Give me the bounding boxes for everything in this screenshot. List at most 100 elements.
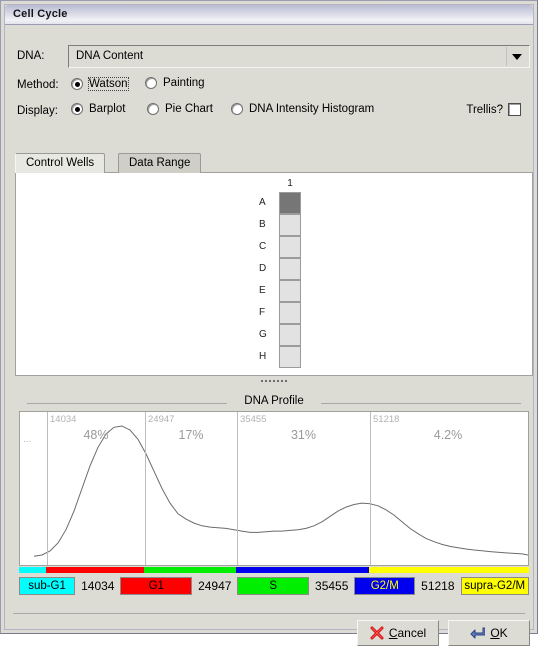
plate-row-header-d: D [259,263,267,274]
tab-data-range[interactable]: Data Range [118,153,202,173]
dna-select-value: DNA Content [76,50,144,62]
plate-row-f: F [249,302,301,324]
well-f1[interactable] [279,302,301,324]
gate-percent-label-0: 48% [83,428,109,442]
gate-legend: sub-G1 14034 G1 24947 S 35455 G2/M 51218 supra-G… [19,575,529,597]
blue-enter-arrow-icon [470,627,486,639]
dna-select-button[interactable] [506,47,528,66]
plate-row-header-f: F [259,307,266,318]
plate-row-header-g: G [259,329,267,340]
cancel-button-text: ancel [397,626,427,640]
gate-boundary-label-24947: 24947 [148,414,175,425]
gate-boundary-label-51218: 51218 [373,414,400,425]
radio-display-pie-chart[interactable]: Pie Chart [147,103,214,115]
trellis-checkbox[interactable] [508,103,521,116]
radio-unselected-icon [145,77,157,89]
radio-display-pie-chart-label: Pie Chart [165,103,213,115]
split-pane-divider[interactable] [15,378,533,386]
radio-display-barplot-label: Barplot [89,103,126,115]
button-bar-separator [13,613,525,614]
dialog-client-area: DNA: DNA Content Method: Watson Painting… [5,25,535,646]
legend-chip-s[interactable]: S [237,577,310,595]
gate-color-strip [19,567,529,573]
radio-selected-icon [71,78,83,90]
plate-row-b: B [249,214,301,236]
legend-boundary-24947[interactable]: 24947 [192,579,237,593]
plate-row-g: G [249,324,301,346]
legend-boundary-51218[interactable]: 51218 [415,579,460,593]
plate-row-header-c: C [259,241,267,252]
plate-row-header-h: H [259,351,267,362]
radio-method-painting-label: Painting [163,77,205,89]
dna-label: DNA: [17,50,45,62]
trellis-label: Trellis? [466,103,503,116]
dna-profile-title: DNA Profile [238,395,310,407]
radio-display-dna-intensity-histogram[interactable]: DNA Intensity Histogram [231,103,375,115]
window-title: Cell Cycle [13,8,68,20]
control-wells-panel: 1 A B C D E F G H [15,172,533,376]
tab-control-wells[interactable]: Control Wells [15,153,106,173]
plate-row-header-a: A [259,197,266,208]
cell-cycle-dialog: Cell Cycle DNA: DNA Content Method: Wats… [0,0,538,646]
radio-method-watson-label: Watson [88,77,129,91]
trellis-checkbox-group[interactable]: Trellis? [466,103,521,116]
title-bar[interactable]: Cell Cycle [5,5,533,25]
red-x-icon [370,626,384,640]
dna-profile-group: DNA Profile ... 14034 24947 35455 51218 48% 1… [13,395,535,607]
cancel-button-label: Cancel [388,626,427,640]
gate-boundary-label-14034: 14034 [50,414,77,425]
color-strip-segment-g2-m [236,567,369,573]
tab-data-range-label: Data Range [129,157,191,169]
well-b1[interactable] [279,214,301,236]
plate-row-c: C [249,236,301,258]
cancel-button[interactable]: Cancel [357,620,439,646]
plate-row-h: H [249,346,301,368]
radio-unselected-icon [147,103,159,115]
plate-row-header-e: E [259,285,266,296]
well-g1[interactable] [279,324,301,346]
ok-button-label: OK [490,626,508,640]
radio-method-painting[interactable]: Painting [145,77,206,89]
legend-chip-g2-m[interactable]: G2/M [354,577,416,595]
plate-row-e: E [249,280,301,302]
dialog-inner-frame: Cell Cycle DNA: DNA Content Method: Wats… [4,4,535,646]
color-strip-segment-sub-g1 [19,567,46,573]
radio-selected-icon [71,103,83,115]
method-label: Method: [17,79,59,91]
well-d1[interactable] [279,258,301,280]
well-c1[interactable] [279,236,301,258]
radio-display-barplot[interactable]: Barplot [71,103,126,115]
group-border-left [27,403,227,404]
radio-unselected-icon [231,103,243,115]
legend-chip-g1[interactable]: G1 [120,577,193,595]
legend-boundary-35455[interactable]: 35455 [309,579,354,593]
plate-row-a: A [249,192,301,214]
well-e1[interactable] [279,280,301,302]
plate-row-d: D [249,258,301,280]
dna-profile-plot[interactable]: ... 14034 24947 35455 51218 48% 17% 31% 4.2% [19,411,529,566]
group-border-right [321,403,521,404]
ok-button-text: K [499,626,508,640]
gate-percent-label-3: 4.2% [433,428,463,442]
plate-column-header-1: 1 [287,178,293,189]
legend-chip-sub-g1[interactable]: sub-G1 [19,577,76,595]
radio-method-watson[interactable]: Watson [71,77,129,91]
gate-percent-label-1: 17% [178,428,204,442]
tab-strip: Control Wells Data Range [15,153,533,173]
well-h1[interactable] [279,346,301,368]
color-strip-segment-s [144,567,236,573]
display-label: Display: [17,105,58,117]
tab-control-wells-label: Control Wells [26,157,95,169]
splitter-grip-icon [261,380,287,382]
well-a1[interactable] [279,192,301,214]
color-strip-segment-supra-g2-m [369,567,529,573]
gate-percent-label-2: 31% [290,428,317,442]
gate-boundary-label-35455: 35455 [240,414,267,425]
dna-select[interactable]: DNA Content [68,45,530,68]
ok-button[interactable]: OK [448,620,530,646]
legend-boundary-14034[interactable]: 14034 [75,579,120,593]
radio-display-dna-intensity-histogram-label: DNA Intensity Histogram [249,103,375,115]
plate-row-header-b: B [259,219,266,230]
chevron-down-icon [512,54,522,60]
legend-chip-supra-g2-m[interactable]: supra-G2/M [460,577,529,595]
